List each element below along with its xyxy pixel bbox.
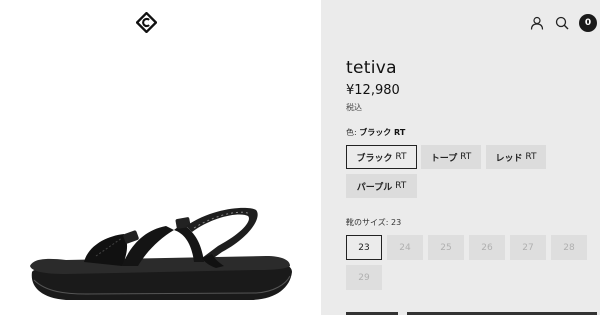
header-actions: 0 (321, 13, 600, 33)
size-24[interactable]: 24 (387, 235, 423, 260)
cart-icon[interactable]: 0 (579, 14, 597, 32)
account-icon[interactable] (527, 13, 547, 33)
brand-logo[interactable] (136, 12, 157, 33)
product-image-panel (0, 0, 321, 315)
size-27[interactable]: 27 (510, 235, 546, 260)
size-28[interactable]: 28 (551, 235, 587, 260)
tax-note: 税込 (346, 103, 362, 112)
color-swatch-purple[interactable]: パープル RT (346, 174, 417, 198)
color-selected-value: ブラック RT (359, 128, 406, 137)
product-price: ¥12,980 (346, 83, 400, 98)
product-title: tetiva (346, 58, 397, 78)
color-swatch-black[interactable]: ブラック RT (346, 145, 417, 169)
color-swatch-taupe[interactable]: トープ RT (421, 145, 481, 169)
size-26[interactable]: 26 (469, 235, 505, 260)
size-option-label: 靴のサイズ: 23 (346, 218, 402, 227)
search-icon[interactable] (552, 13, 572, 33)
product-info-panel: 0 tetiva ¥12,980 税込 色: ブラック RT ブラック RT ト… (321, 0, 600, 315)
size-23[interactable]: 23 (346, 235, 382, 260)
product-image-sandal (30, 207, 293, 300)
cart-count: 0 (584, 18, 592, 28)
size-29[interactable]: 29 (346, 265, 382, 290)
color-option-label: 色: ブラック RT (346, 128, 406, 137)
size-25[interactable]: 25 (428, 235, 464, 260)
color-swatch-red[interactable]: レッド RT (486, 145, 546, 169)
